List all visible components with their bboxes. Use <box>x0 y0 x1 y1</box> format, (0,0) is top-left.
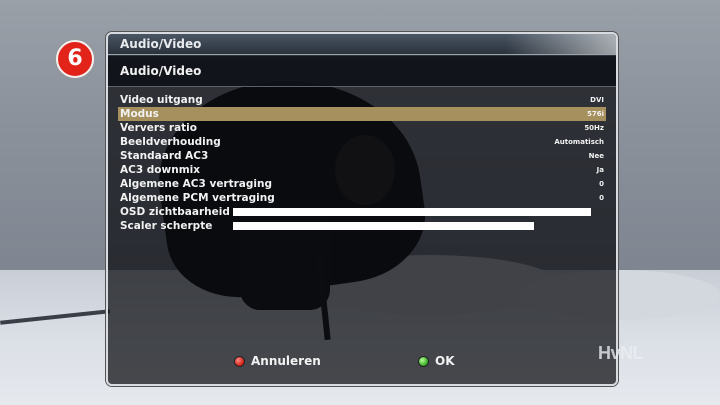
setting-level-bar[interactable] <box>233 208 591 216</box>
setting-label: OSD zichtbaarheid <box>120 206 230 218</box>
setting-label: Algemene AC3 vertraging <box>120 178 273 190</box>
setting-value[interactable]: DVI <box>590 93 604 107</box>
setting-label: Scaler scherpte <box>120 220 213 232</box>
green-button-icon <box>418 355 429 367</box>
setting-value[interactable]: 0 <box>599 191 604 205</box>
panel-title: Audio/Video <box>120 64 202 78</box>
settings-row[interactable]: Beeldverhouding Automatisch <box>118 135 606 149</box>
channel-logo-icon: 6 <box>56 40 94 78</box>
settings-row[interactable]: Ververs ratio 50Hz <box>118 121 606 135</box>
setting-label: Modus <box>120 108 159 120</box>
settings-row[interactable]: AC3 downmix Ja <box>118 163 606 177</box>
cancel-label: Annuleren <box>251 354 321 368</box>
setting-value[interactable]: Ja <box>597 163 604 177</box>
setting-label: Standaard AC3 <box>120 150 209 162</box>
setting-value[interactable]: Nee <box>589 149 604 163</box>
settings-row[interactable]: Algemene PCM vertraging 0 <box>118 191 606 205</box>
setting-value[interactable]: Automatisch <box>554 135 604 149</box>
setting-value[interactable]: 0 <box>599 177 604 191</box>
setting-level-bar[interactable] <box>233 222 534 230</box>
settings-list: Video uitgang DVI Modus 576i Ververs ratio 50… <box>118 93 606 233</box>
titlebar-shine <box>506 34 616 54</box>
audio-video-dialog: Audio/Video Audio/Video Video uitgang DVI… <box>106 32 618 386</box>
window-titlebar: Audio/Video <box>108 34 616 55</box>
settings-row[interactable]: Modus 576i <box>118 107 606 121</box>
setting-label: Algemene PCM vertraging <box>120 192 275 204</box>
red-button-icon <box>234 355 245 367</box>
broadcaster-watermark: HvNL <box>598 343 644 363</box>
setting-label: Beeldverhouding <box>120 136 221 148</box>
settings-row[interactable]: Scaler scherpte <box>118 219 606 233</box>
settings-row[interactable]: Standaard AC3 Nee <box>118 149 606 163</box>
dialog-footer: Annuleren OK <box>108 352 616 372</box>
panel-header: Audio/Video <box>108 56 616 87</box>
window-title: Audio/Video <box>120 37 202 51</box>
settings-row[interactable]: OSD zichtbaarheid <box>118 205 606 219</box>
settings-row[interactable]: Algemene AC3 vertraging 0 <box>118 177 606 191</box>
ok-button[interactable]: OK <box>418 354 455 368</box>
setting-value[interactable]: 576i <box>587 107 604 121</box>
setting-label: Ververs ratio <box>120 122 197 134</box>
setting-label: Video uitgang <box>120 94 203 106</box>
setting-label: AC3 downmix <box>120 164 201 176</box>
cancel-button[interactable]: Annuleren <box>234 354 321 368</box>
setting-value[interactable]: 50Hz <box>584 121 604 135</box>
settings-row[interactable]: Video uitgang DVI <box>118 93 606 107</box>
ok-label: OK <box>435 354 455 368</box>
